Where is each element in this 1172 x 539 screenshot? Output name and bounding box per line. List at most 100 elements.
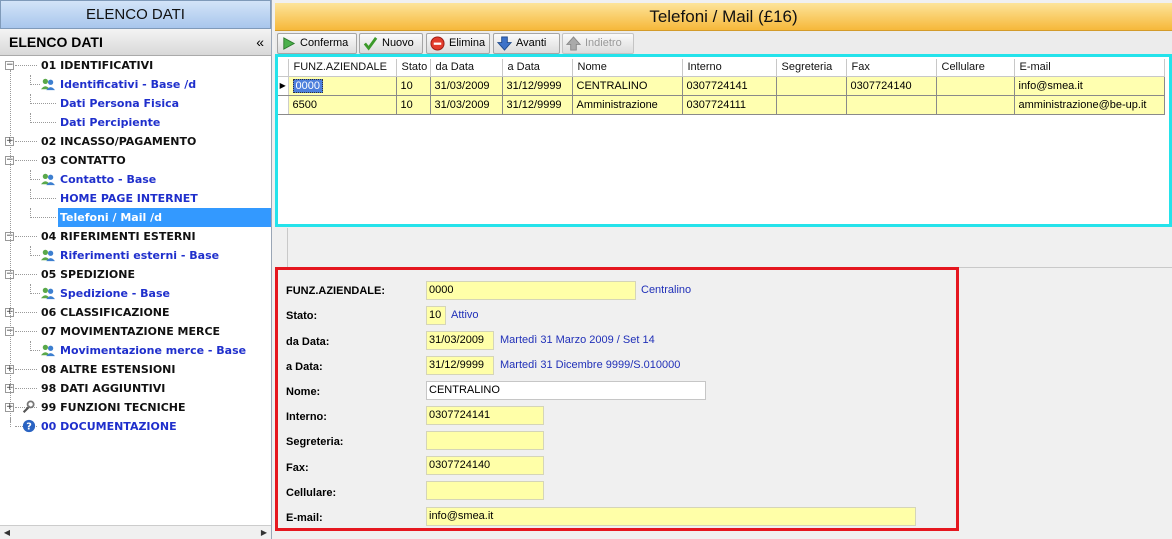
grid-cell[interactable]: amministrazione@be-up.it [1014, 95, 1165, 115]
tree-item-label: Identificativi - Base /d [60, 78, 197, 91]
nome-label: Nome: [286, 386, 321, 398]
grid-cell[interactable]: 0307724111 [682, 95, 777, 115]
tree-group-item[interactable]: +06 CLASSIFICAZIONE [0, 303, 271, 322]
tree-leaf-item[interactable]: Contatto - Base [0, 170, 271, 189]
left-horizontal-scrollbar[interactable]: ◀ ▶ [0, 525, 271, 539]
grid-column-header[interactable]: a Data [502, 59, 573, 77]
tree-item-label: HOME PAGE INTERNET [60, 192, 198, 205]
cellulare-field[interactable] [426, 481, 544, 500]
tree-group-item[interactable]: ? 00 DOCUMENTAZIONE [0, 417, 271, 436]
tree-leaf-item[interactable]: Identificativi - Base /d [0, 75, 271, 94]
tree-group-item[interactable]: +02 INCASSO/PAGAMENTO [0, 132, 271, 151]
wrench-icon [22, 400, 35, 414]
grid-cell[interactable]: 0307724141 [682, 76, 777, 96]
scroll-right-icon[interactable]: ▶ [258, 527, 270, 539]
grid-cell[interactable]: 31/03/2009 [430, 95, 503, 115]
confirm-button[interactable]: Conferma [277, 33, 357, 54]
forward-button[interactable]: Avanti [493, 33, 560, 54]
interno-field[interactable]: 0307724141 [426, 406, 544, 425]
nome-field[interactable]: CENTRALINO [426, 381, 706, 400]
grid-cell[interactable] [776, 76, 847, 96]
scroll-left-icon[interactable]: ◀ [1, 527, 13, 539]
users-icon [41, 173, 55, 186]
grid-column-header[interactable]: Stato [396, 59, 431, 77]
grid-corner [278, 59, 289, 77]
grid-column-header[interactable]: Cellulare [936, 59, 1015, 77]
grid-column-header[interactable]: Nome [572, 59, 683, 77]
row-header[interactable] [278, 95, 289, 115]
back-button-label: Indietro [585, 37, 622, 49]
users-icon [41, 287, 55, 300]
tree-group-item[interactable]: −05 SPEDIZIONE [0, 265, 271, 284]
svg-text:?: ? [26, 422, 32, 433]
grid-cell[interactable]: 0307724140 [846, 76, 937, 96]
tree-group-item[interactable]: − 01 IDENTIFICATIVI [0, 56, 271, 75]
grid-cell[interactable]: Amministrazione [572, 95, 683, 115]
stato-field[interactable]: 10 [426, 306, 446, 325]
tree-leaf-item[interactable]: Telefoni / Mail /d [0, 208, 271, 227]
grid-cell[interactable]: 6500 [288, 95, 397, 115]
da-data-field[interactable]: 31/03/2009 [426, 331, 494, 350]
email-field[interactable]: info@smea.it [426, 507, 916, 526]
new-button[interactable]: Nuovo [359, 33, 423, 54]
grid-cell[interactable] [776, 95, 847, 115]
table-row[interactable]: ▶ 0000 10 31/03/2009 31/12/9999 CENTRALINO 030… [278, 76, 1165, 96]
a-data-field[interactable]: 31/12/9999 [426, 356, 494, 375]
grid-column-header[interactable]: Fax [846, 59, 937, 77]
tree-group-item[interactable]: −04 RIFERIMENTI ESTERNI [0, 227, 271, 246]
fax-label: Fax: [286, 462, 309, 474]
tree-item-label: Dati Persona Fisica [60, 97, 180, 110]
help-icon: ? [22, 419, 36, 433]
tree-item-label: 07 MOVIMENTAZIONE MERCE [41, 325, 221, 338]
stato-description: Attivo [451, 309, 479, 321]
grid-column-header[interactable]: FUNZ.AZIENDALE [288, 59, 397, 77]
grid-cell[interactable]: 31/12/9999 [502, 95, 573, 115]
delete-icon [430, 36, 445, 51]
table-row[interactable]: 6500 10 31/03/2009 31/12/9999 Amministrazion… [278, 95, 1165, 115]
delete-button[interactable]: Elimina [426, 33, 490, 54]
back-button[interactable]: Indietro [562, 33, 634, 54]
grid-cell[interactable]: 0000 [288, 76, 397, 96]
tree-view[interactable]: − 01 IDENTIFICATIVI Identificativi - Base … [0, 56, 271, 526]
records-grid[interactable]: FUNZ.AZIENDALE Stato da Data a Data Nome Inte… [275, 54, 1172, 227]
tree-group-item[interactable]: +99 FUNZIONI TECNICHE [0, 398, 271, 417]
tree-leaf-item[interactable]: Movimentazione merce - Base [0, 341, 271, 360]
tree-item-label: 06 CLASSIFICAZIONE [41, 306, 170, 319]
tree-leaf-item[interactable]: Riferimenti esterni - Base [0, 246, 271, 265]
arrow-down-icon [497, 36, 512, 51]
grid-cell[interactable]: 31/12/9999 [502, 76, 573, 96]
forward-button-label: Avanti [516, 37, 547, 49]
tree-group-item[interactable]: −07 MOVIMENTAZIONE MERCE [0, 322, 271, 341]
tree-leaf-item[interactable]: Dati Percipiente [0, 113, 271, 132]
grid-cell[interactable]: 10 [396, 95, 431, 115]
grid-cell[interactable] [936, 76, 1015, 96]
tree-item-label: Telefoni / Mail /d [58, 208, 271, 227]
tree-item-label: 04 RIFERIMENTI ESTERNI [41, 230, 196, 243]
fax-field[interactable]: 0307724140 [426, 456, 544, 475]
collapse-panel-button[interactable]: « [256, 29, 264, 55]
collapse-icon[interactable]: − [5, 61, 14, 70]
grid-cell[interactable] [936, 95, 1015, 115]
tree-group-item[interactable]: −03 CONTATTO [0, 151, 271, 170]
funz-field[interactable]: 0000 [426, 281, 636, 300]
grid-cell[interactable]: 31/03/2009 [430, 76, 503, 96]
current-row-indicator-icon[interactable]: ▶ [278, 76, 289, 96]
grid-cell[interactable]: 10 [396, 76, 431, 96]
grid-cell[interactable] [846, 95, 937, 115]
left-panel-header: ELENCO DATI « [0, 29, 271, 56]
tree-leaf-item[interactable]: Dati Persona Fisica [0, 94, 271, 113]
tree-group-item[interactable]: +98 DATI AGGIUNTIVI [0, 379, 271, 398]
funz-description: Centralino [641, 284, 692, 296]
grid-column-header[interactable]: E-mail [1014, 59, 1165, 77]
grid-column-header[interactable]: Segreteria [776, 59, 847, 77]
segreteria-field[interactable] [426, 431, 544, 450]
grid-column-header[interactable]: da Data [430, 59, 503, 77]
tree-leaf-item[interactable]: Spedizione - Base [0, 284, 271, 303]
tree-item-label: 99 FUNZIONI TECNICHE [41, 401, 186, 414]
grid-cell[interactable]: info@smea.it [1014, 76, 1165, 96]
grid-column-header[interactable]: Interno [682, 59, 777, 77]
tree-group-item[interactable]: +08 ALTRE ESTENSIONI [0, 360, 271, 379]
tree-item-label: Movimentazione merce - Base [60, 344, 247, 357]
grid-cell[interactable]: CENTRALINO [572, 76, 683, 96]
tree-leaf-item[interactable]: HOME PAGE INTERNET [0, 189, 271, 208]
